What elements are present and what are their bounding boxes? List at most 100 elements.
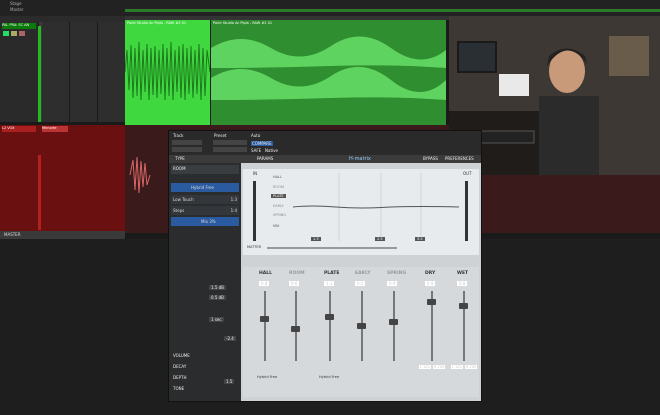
- readout-4[interactable]: 1.5: [224, 379, 235, 384]
- preset-value-2: 1:4: [230, 208, 237, 213]
- params-tab[interactable]: PARAMS: [257, 156, 273, 161]
- left-label-3: TONE: [173, 386, 185, 391]
- fader-track-plate: [329, 291, 331, 361]
- band-value-2[interactable]: 3.5: [415, 237, 425, 241]
- preset-item-hybrid-free[interactable]: Hybrid Free: [171, 183, 239, 192]
- band-value-0[interactable]: 1.3: [311, 237, 321, 241]
- preset-item-mix[interactable]: Mix 3%: [171, 217, 239, 226]
- track1-solo-button[interactable]: [11, 31, 17, 36]
- val-plate[interactable]: 1.1: [324, 281, 335, 286]
- track1-sends-a: [42, 22, 70, 122]
- timeline-selection[interactable]: [125, 9, 660, 12]
- val-early[interactable]: 0.5: [355, 281, 366, 286]
- plugin-toolbar: TYPE PARAMS H-matrix BYPASS PREFERENCES: [169, 155, 481, 163]
- native-label: Native: [265, 148, 278, 153]
- auto-label: Auto: [251, 133, 261, 138]
- preset-menu[interactable]: [213, 147, 247, 152]
- room-type-hall[interactable]: HALL: [273, 175, 282, 179]
- pan-r-wet[interactable]: R 100: [465, 365, 478, 369]
- waveform-2: [211, 36, 446, 100]
- val-room[interactable]: 0.6: [289, 281, 300, 286]
- pan-l-dry[interactable]: L 100: [419, 365, 431, 369]
- fader-track-hall: [264, 291, 266, 361]
- track-insert-select[interactable]: [172, 147, 202, 152]
- room-type-mix[interactable]: MIX: [273, 224, 279, 228]
- audio-clip-1[interactable]: Point Studio Ac Pipla - RAW #2 01: [125, 20, 210, 125]
- val-wet[interactable]: 0.8: [457, 281, 468, 286]
- readout-3[interactable]: -2.4: [224, 336, 236, 341]
- preferences-label[interactable]: PREFERENCES: [445, 156, 474, 161]
- readout-2[interactable]: 1 sec: [209, 317, 224, 322]
- master-label: MASTER: [4, 232, 21, 237]
- reverb-display: IN OUT HALL ROOM PLATE EARLY SPRING MIX …: [243, 169, 479, 255]
- left-label-1: DECAY: [173, 364, 187, 369]
- reverb-plugin-window: Track Preset Auto COMPARE SAFE Native TY…: [168, 130, 482, 402]
- track1-mixer: PAL PRA: SC AN: [0, 22, 126, 122]
- output-meter: [465, 181, 468, 241]
- track1-strip: PAL PRA: SC AN: [0, 22, 39, 122]
- bypass-label[interactable]: BYPASS: [423, 156, 438, 161]
- preset-item-low-touch[interactable]: Low Touch 1:3: [171, 195, 239, 204]
- pan-r-dry[interactable]: R 100: [433, 365, 446, 369]
- col-plate: PLATE: [324, 271, 340, 276]
- daw-topbar: Stage Master: [0, 0, 660, 16]
- track2-insert[interactable]: Mnnorte: [42, 126, 68, 132]
- decay-graph: [292, 173, 460, 241]
- preset-label-0: Hybrid Free: [191, 185, 214, 190]
- fader-cap-room[interactable]: [291, 326, 300, 332]
- preset-select[interactable]: [213, 140, 247, 145]
- room-type-room[interactable]: ROOM: [273, 185, 284, 189]
- band-value-1[interactable]: 2.5: [375, 237, 385, 241]
- readout-1[interactable]: 0.5 dB: [209, 295, 226, 300]
- track2-meter: [38, 155, 41, 230]
- plugin-header: Track Preset Auto COMPARE SAFE Native: [169, 131, 481, 155]
- val-spring[interactable]: 0.9: [387, 281, 398, 286]
- preset-label-3: Mix 3%: [201, 219, 216, 224]
- track1-name[interactable]: PAL PRA: SC AN: [2, 23, 36, 29]
- track-select[interactable]: [172, 140, 202, 145]
- compare-button[interactable]: COMPARE: [251, 141, 273, 146]
- menu-item-stage[interactable]: Stage: [10, 1, 22, 6]
- out-label: OUT: [463, 171, 472, 176]
- preset-label-1: Low Touch: [173, 197, 194, 202]
- fader-cap-wet[interactable]: [459, 303, 468, 309]
- preset-item-steps[interactable]: Steps 1:4: [171, 206, 239, 215]
- val-dry[interactable]: 0.9: [425, 281, 436, 286]
- fader-cap-plate[interactable]: [325, 314, 334, 320]
- matter-label: MATTER: [247, 245, 261, 249]
- room-header[interactable]: ROOM: [171, 165, 239, 174]
- room-type-spring[interactable]: SPRING: [273, 213, 286, 217]
- audio-clip-2[interactable]: Point Studio Ac Pipla - RAW #2 01: [211, 20, 446, 125]
- val-hall[interactable]: 0.8: [259, 281, 270, 286]
- fader-cap-dry[interactable]: [427, 299, 436, 305]
- bottom-label-1: Hybrid Free: [319, 375, 340, 379]
- bottom-label-0: Hybrid Free: [257, 375, 278, 379]
- menu-item-master[interactable]: Master: [10, 7, 24, 12]
- col-wet: WET: [457, 271, 469, 276]
- preset-label-2: Steps: [173, 208, 185, 213]
- matter-slider[interactable]: [267, 247, 397, 249]
- pan-l-wet[interactable]: L 100: [451, 365, 463, 369]
- preset-value-1: 1:3: [230, 197, 237, 202]
- fader-cap-early[interactable]: [357, 323, 366, 329]
- track2-name[interactable]: L2 VOX: [2, 126, 36, 132]
- brand-logo: H-matrix: [349, 156, 371, 162]
- input-meter: [253, 181, 256, 241]
- fader-cap-hall[interactable]: [260, 316, 269, 322]
- in-label: IN: [253, 171, 258, 176]
- safe-button[interactable]: SAFE: [251, 148, 261, 153]
- track1-mute-button[interactable]: [19, 31, 25, 36]
- waveform-1: [125, 41, 210, 101]
- room-label: ROOM: [173, 166, 186, 171]
- fader-track-spring: [393, 291, 395, 361]
- col-spring: SPRING: [387, 271, 407, 276]
- type-tab[interactable]: TYPE: [175, 156, 185, 161]
- col-early: EARLY: [355, 271, 371, 276]
- readout-0[interactable]: 1.5 dB: [209, 285, 226, 290]
- track1-record-button[interactable]: [3, 31, 9, 36]
- fader-cap-spring[interactable]: [389, 319, 398, 325]
- preset-label: Preset: [214, 133, 227, 138]
- room-type-early[interactable]: EARLY: [273, 204, 284, 208]
- room-type-plate[interactable]: PLATE: [271, 194, 286, 198]
- track1-sends-c: [98, 22, 126, 122]
